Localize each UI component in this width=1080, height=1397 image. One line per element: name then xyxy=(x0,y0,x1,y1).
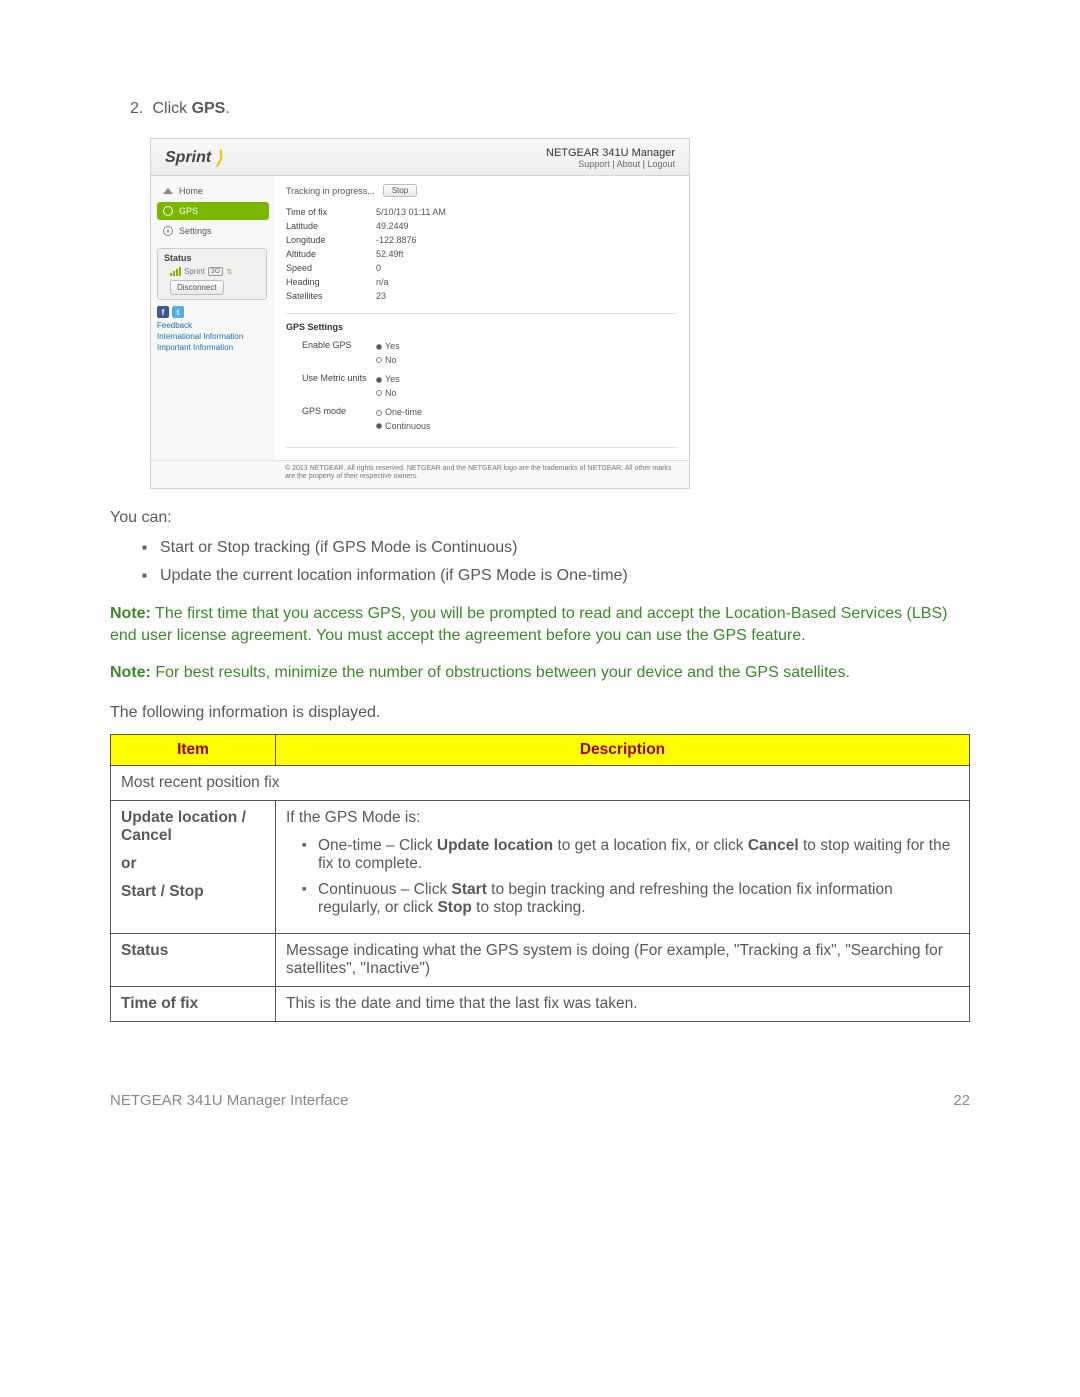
disconnect-button[interactable]: Disconnect xyxy=(170,280,224,295)
time-of-fix-value: 5/10/13 01:11 AM xyxy=(376,207,446,217)
tracking-status: Tracking in progress... xyxy=(286,186,375,196)
gps-icon xyxy=(163,206,173,216)
speed-value: 0 xyxy=(376,263,381,273)
sidebar: Home GPS Settings Status Sprint 3G ⇅ Dis… xyxy=(151,176,273,460)
th-item: Item xyxy=(111,734,276,765)
gps-mode-label: GPS mode xyxy=(286,406,376,433)
row3-item: Time of fix xyxy=(111,986,276,1021)
footer-left: NETGEAR 341U Manager Interface xyxy=(110,1092,348,1109)
social-icons: f t xyxy=(157,306,269,318)
gps-settings-title: GPS Settings xyxy=(286,322,677,332)
screenshot-gps-page: Sprint ⟩ NETGEAR 341U Manager Support | … xyxy=(150,138,690,489)
mode-continuous[interactable]: Continuous xyxy=(376,421,431,431)
about-link[interactable]: About xyxy=(617,159,641,169)
main-content: Tracking in progress... Stop Time of fix… xyxy=(273,176,689,460)
nav-settings[interactable]: Settings xyxy=(157,222,269,240)
bullet-2: Update the current location information … xyxy=(142,567,970,585)
step-text-post: . xyxy=(225,100,229,117)
nav-home[interactable]: Home xyxy=(157,182,269,200)
intl-info-link[interactable]: International Information xyxy=(157,331,269,342)
sprint-swoosh-icon: ⟩ xyxy=(215,148,222,169)
row1-item: Update location / Cancel or Start / Stop xyxy=(111,800,276,933)
bullet-1: Start or Stop tracking (if GPS Mode is C… xyxy=(142,539,970,557)
satellites-label: Satellites xyxy=(286,291,376,301)
page-footer: NETGEAR 341U Manager Interface 22 xyxy=(110,1092,970,1109)
longitude-value: -122.8876 xyxy=(376,235,417,245)
app-footer: © 2013 NETGEAR. All rights reserved. NET… xyxy=(151,460,689,488)
step-number: 2. xyxy=(130,100,148,118)
status-title: Status xyxy=(164,253,260,263)
signal-bars-icon xyxy=(170,267,181,276)
metric-no[interactable]: No xyxy=(376,388,397,398)
mode-onetime[interactable]: One-time xyxy=(376,407,422,417)
nav-gps[interactable]: GPS xyxy=(157,202,269,220)
arrows-icon: ⇅ xyxy=(226,268,232,276)
latitude-label: Latitude xyxy=(286,221,376,231)
time-of-fix-label: Time of fix xyxy=(286,207,376,217)
satellites-value: 23 xyxy=(376,291,386,301)
support-link[interactable]: Support xyxy=(578,159,610,169)
logout-link[interactable]: Logout xyxy=(647,159,675,169)
sidebar-links: Feedback International Information Impor… xyxy=(157,320,269,354)
status-panel: Status Sprint 3G ⇅ Disconnect xyxy=(157,248,267,300)
header-right: NETGEAR 341U Manager Support | About | L… xyxy=(546,147,675,169)
carrier-status: Sprint 3G ⇅ xyxy=(164,267,260,276)
longitude-label: Longitude xyxy=(286,235,376,245)
important-info-link[interactable]: Important Information xyxy=(157,342,269,353)
latitude-value: 49.2449 xyxy=(376,221,409,231)
heading-label: Heading xyxy=(286,277,376,287)
twitter-icon[interactable]: t xyxy=(172,306,184,318)
note-2: Note: For best results, minimize the num… xyxy=(110,662,970,684)
note-1: Note: The first time that you access GPS… xyxy=(110,603,970,648)
row2-item: Status xyxy=(111,933,276,986)
description-table: Item Description Most recent position fi… xyxy=(110,734,970,1022)
step-text-bold: GPS xyxy=(192,100,226,117)
metric-yes[interactable]: Yes xyxy=(376,374,400,384)
feedback-link[interactable]: Feedback xyxy=(157,320,269,331)
footer-page-number: 22 xyxy=(953,1092,970,1109)
facebook-icon[interactable]: f xyxy=(157,306,169,318)
you-can-bullets: Start or Stop tracking (if GPS Mode is C… xyxy=(142,539,970,585)
th-desc: Description xyxy=(276,734,970,765)
altitude-value: 52.49ft xyxy=(376,249,404,259)
enable-gps-yes[interactable]: Yes xyxy=(376,341,400,351)
section-most-recent: Most recent position fix xyxy=(111,765,970,800)
metric-label: Use Metric units xyxy=(286,373,376,400)
row2-desc: Message indicating what the GPS system i… xyxy=(276,933,970,986)
you-can-text: You can: xyxy=(110,509,970,527)
product-title: NETGEAR 341U Manager xyxy=(546,147,675,159)
enable-gps-no[interactable]: No xyxy=(376,355,397,365)
settings-icon xyxy=(163,226,173,236)
altitude-label: Altitude xyxy=(286,249,376,259)
step-text-pre: Click xyxy=(152,100,191,117)
speed-label: Speed xyxy=(286,263,376,273)
table-intro: The following information is displayed. xyxy=(110,704,970,722)
metric-radios: Yes No xyxy=(376,373,400,400)
row1-desc: If the GPS Mode is: One-time – Click Upd… xyxy=(276,800,970,933)
network-badge: 3G xyxy=(208,267,223,276)
step-2: 2. Click GPS. xyxy=(130,100,970,118)
enable-gps-radios: Yes No xyxy=(376,340,400,367)
row3-desc: This is the date and time that the last … xyxy=(276,986,970,1021)
app-header: Sprint ⟩ NETGEAR 341U Manager Support | … xyxy=(151,139,689,176)
stop-button[interactable]: Stop xyxy=(383,184,417,197)
gps-mode-radios: One-time Continuous xyxy=(376,406,431,433)
home-icon xyxy=(163,188,173,194)
sprint-logo: Sprint ⟩ xyxy=(165,148,222,169)
enable-gps-label: Enable GPS xyxy=(286,340,376,367)
heading-value: n/a xyxy=(376,277,389,287)
